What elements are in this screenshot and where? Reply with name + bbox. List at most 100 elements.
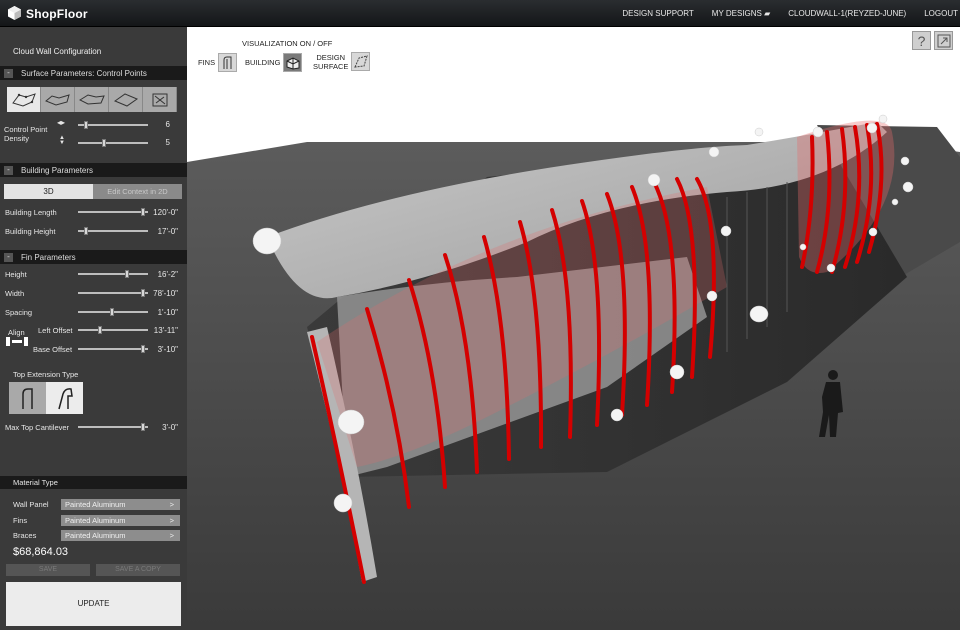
slider-thumb[interactable] (102, 139, 106, 147)
nav-project[interactable]: CLOUDWALL-1(REYZED-JUNE) (788, 9, 906, 18)
nav-my-designs[interactable]: MY DESIGNS ▰ (712, 9, 770, 18)
help-icon: ? (917, 32, 926, 49)
extension-cantilever-icon (57, 388, 73, 410)
top-extension-option-1[interactable] (9, 382, 46, 414)
left-offset-label: Left Offset (38, 326, 73, 335)
braces-material-select[interactable]: Painted Aluminum > (61, 530, 180, 541)
fin-height-value: 16'-2" (157, 270, 178, 279)
fins-label: FINS (198, 58, 216, 67)
save-button[interactable]: SAVE (6, 564, 90, 576)
building-length-value: 120'-0" (153, 208, 178, 217)
slider-thumb[interactable] (84, 227, 88, 235)
select-value: Painted Aluminum (65, 531, 126, 540)
align-label: Align (8, 328, 25, 337)
toggle-fins[interactable]: FINS (198, 53, 238, 72)
top-bar: ShopFloor DESIGN SUPPORT MY DESIGNS ▰ CL… (0, 0, 960, 27)
section-label: Surface Parameters: Control Points (21, 68, 147, 78)
update-button[interactable]: UPDATE (6, 582, 181, 626)
design-surface-label-1: DESIGN (316, 52, 346, 62)
total-price: $68,864.03 (13, 546, 69, 558)
chevron-right-icon: > (169, 531, 174, 540)
nav-design-support[interactable]: DESIGN SUPPORT (622, 9, 693, 18)
left-offset-value: 13'-11" (153, 326, 178, 335)
tab-edit-context-2d[interactable]: Edit Context in 2D (93, 184, 182, 199)
align-icon[interactable] (6, 337, 30, 346)
scene-render (187, 114, 960, 630)
fins-material-label: Fins (13, 516, 28, 525)
design-surface-label-2: SURFACE (313, 61, 349, 71)
surface-preset-icon (11, 92, 36, 107)
config-title: Cloud Wall Configuration (13, 47, 102, 56)
building-height-label: Building Height (5, 227, 56, 236)
fin-width-value: 78'-10" (153, 289, 178, 298)
popout-button[interactable] (934, 31, 953, 50)
design-surface-label: DESIGN SURFACE (313, 53, 348, 71)
slider-thumb[interactable] (125, 270, 129, 278)
toggle-design-surface[interactable]: DESIGN SURFACE (313, 52, 371, 71)
slider-thumb[interactable] (98, 326, 102, 334)
preset-3[interactable] (75, 87, 109, 112)
tab-3d[interactable]: 3D (4, 184, 93, 199)
control-point-presets (7, 87, 178, 112)
surface-preset-icon (44, 93, 70, 106)
visualization-title: VISUALIZATION ON / OFF (242, 39, 333, 48)
nav-logout[interactable]: LOGOUT (924, 9, 958, 18)
cantilever-value: 3'-0" (162, 423, 178, 432)
slider-thumb[interactable] (110, 308, 114, 316)
popout-icon (937, 34, 950, 47)
base-offset-label: Base Offset (33, 345, 73, 354)
building-icon (283, 53, 303, 72)
building-label: BUILDING (245, 58, 281, 67)
folder-icon: ▰ (764, 9, 771, 18)
help-button[interactable]: ? (912, 31, 931, 50)
surface-preset-icon (78, 93, 105, 105)
building-length-label: Building Length (5, 208, 57, 217)
density-horizontal-value: 6 (165, 120, 170, 129)
select-value: Painted Aluminum (65, 516, 126, 525)
nav-my-designs-label: MY DESIGNS (711, 9, 762, 18)
section-label: Building Parameters (21, 165, 94, 175)
toggle-building[interactable]: BUILDING (245, 53, 303, 72)
collapse-icon[interactable]: - (4, 68, 13, 78)
select-value: Painted Aluminum (65, 500, 126, 509)
wall-panel-label: Wall Panel (13, 500, 49, 509)
braces-material-label: Braces (13, 531, 37, 540)
section-building-parameters[interactable]: - Building Parameters (0, 163, 187, 177)
app-logo[interactable]: ShopFloor (8, 6, 88, 22)
top-nav: DESIGN SUPPORT MY DESIGNS ▰ CLOUDWALL-1(… (622, 9, 958, 18)
chevron-right-icon: > (169, 500, 174, 509)
fin-spacing-value: 1'-10" (157, 308, 178, 317)
section-label: Material Type (13, 478, 58, 487)
section-label: Fin Parameters (21, 252, 76, 262)
collapse-icon[interactable]: - (4, 165, 13, 175)
fin-spacing-label: Spacing (5, 308, 33, 317)
surface-preset-icon (152, 93, 167, 106)
building-height-value: 17'-0" (157, 227, 178, 236)
collapse-icon[interactable]: - (4, 252, 13, 262)
fin-height-label: Height (5, 270, 27, 279)
chevron-right-icon: > (169, 516, 174, 525)
building-view-toggle: 3D Edit Context in 2D (4, 184, 182, 199)
section-material-type: Material Type (0, 476, 187, 489)
fin-width-label: Width (5, 289, 25, 298)
fins-material-select[interactable]: Painted Aluminum > (61, 515, 180, 526)
density-vertical-value: 5 (165, 138, 170, 147)
shopfloor-logo-icon (8, 6, 21, 22)
density-label: Control Point Density (4, 125, 48, 143)
3d-viewport[interactable]: VISUALIZATION ON / OFF FINS BUILDING DES… (187, 27, 960, 630)
surface-preset-icon (113, 92, 138, 107)
preset-4[interactable] (109, 87, 143, 112)
section-fin-parameters[interactable]: - Fin Parameters (0, 250, 187, 264)
section-surface-parameters[interactable]: - Surface Parameters: Control Points (0, 66, 187, 80)
wall-panel-material-select[interactable]: Painted Aluminum > (61, 499, 180, 510)
save-copy-button[interactable]: SAVE A COPY (96, 564, 180, 576)
slider-thumb[interactable] (84, 121, 88, 129)
base-offset-value: 3'-10" (157, 345, 178, 354)
preset-5[interactable] (143, 87, 177, 112)
config-sidebar: Cloud Wall Configuration - Surface Param… (0, 27, 187, 630)
preset-1[interactable] (7, 87, 41, 112)
fins-icon (218, 53, 238, 72)
top-extension-option-2[interactable] (46, 382, 83, 414)
preset-2[interactable] (41, 87, 75, 112)
extension-straight-icon (21, 388, 33, 409)
